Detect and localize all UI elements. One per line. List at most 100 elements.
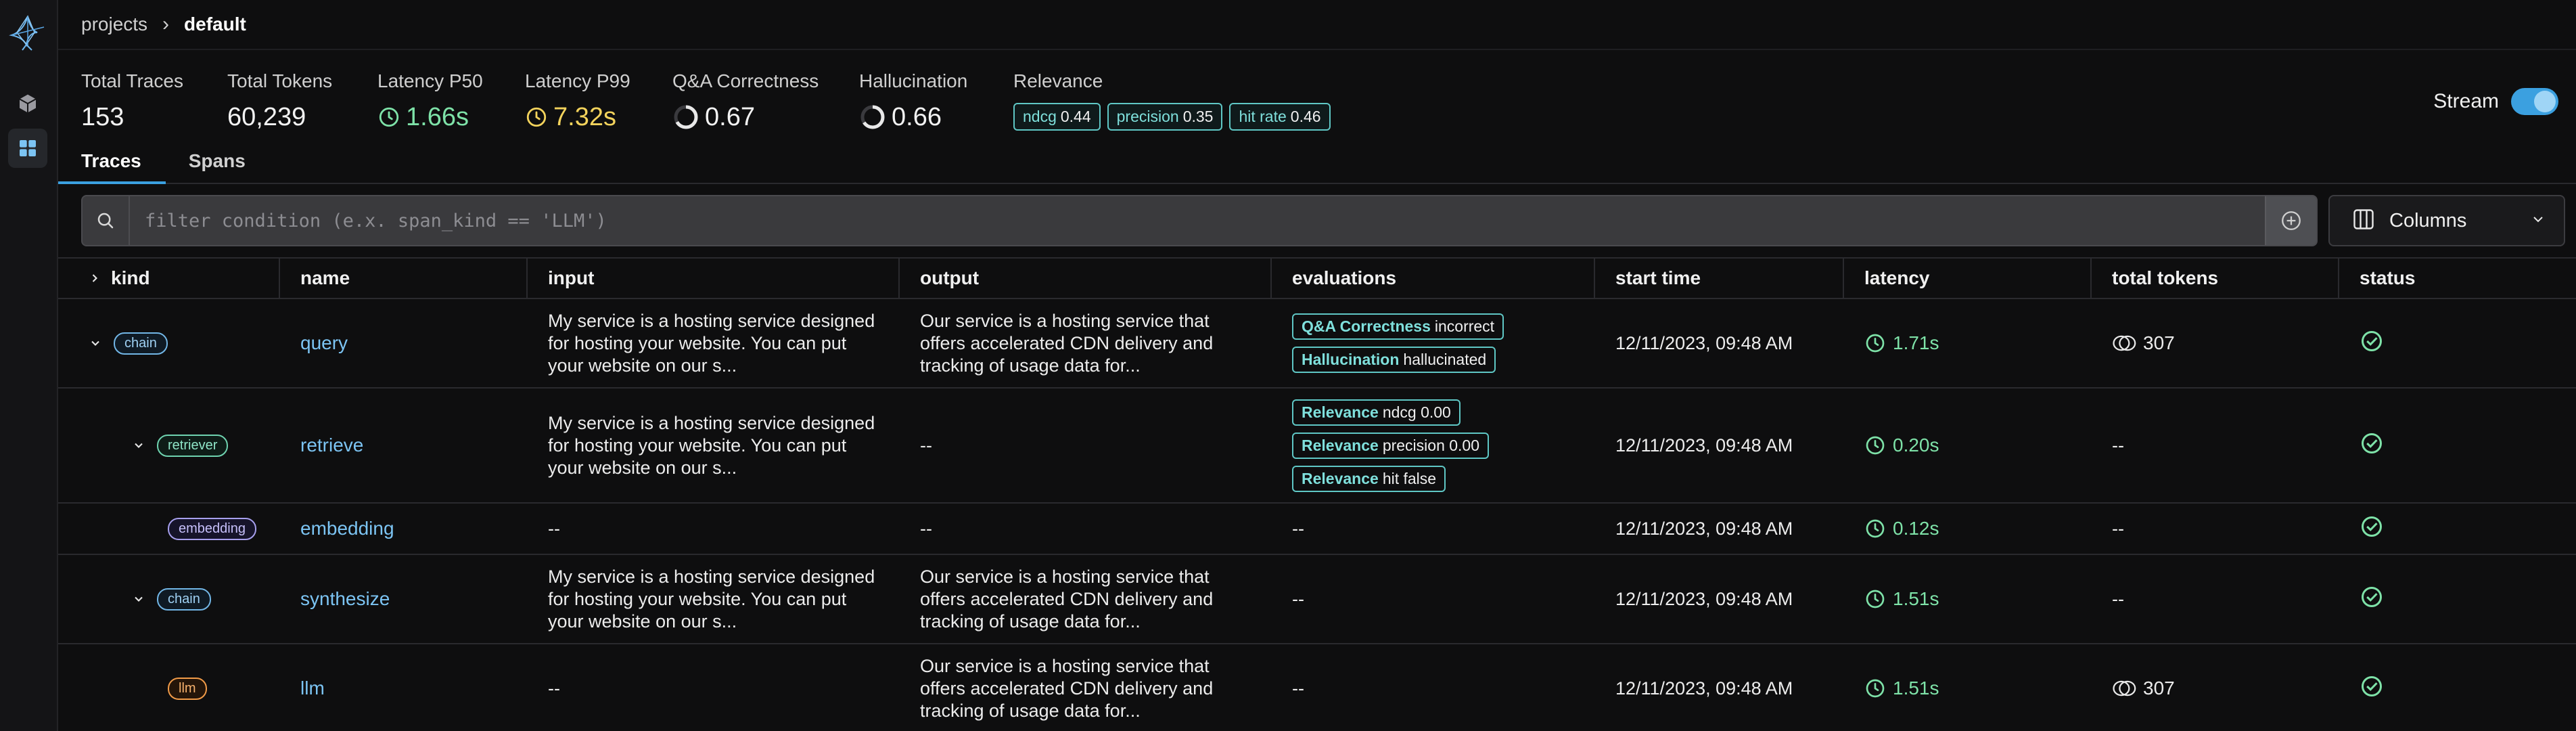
traces-table: kind name input output evaluations start… <box>58 257 2576 731</box>
stat-value: 60,239 <box>227 102 306 131</box>
model-cube-icon[interactable] <box>8 84 47 123</box>
hallucination-value: 0.66 <box>892 102 942 131</box>
breadcrumb-current: default <box>184 14 246 35</box>
stat-hallucination: Hallucination 0.66 <box>859 70 1013 133</box>
status-ok-icon <box>2360 329 2384 358</box>
span-name-link[interactable]: retrieve <box>300 435 363 456</box>
chevron-down-icon[interactable] <box>85 333 106 353</box>
stat-label: Q&A Correctness <box>672 70 819 91</box>
input-cell: My service is a hosting service designed… <box>548 412 875 478</box>
tab-spans[interactable]: Spans <box>166 143 270 183</box>
status-cell <box>2339 504 2576 554</box>
header-evaluations[interactable]: evaluations <box>1272 259 1595 298</box>
stat-latency-p99: Latency P99 7.32s <box>525 70 672 133</box>
span-name-link[interactable]: llm <box>300 678 325 699</box>
latency-cell: 1.51s <box>1844 644 2092 731</box>
tokens-cell: -- <box>2112 518 2124 539</box>
table-row[interactable]: chain query My service is a hosting serv… <box>58 299 2576 389</box>
span-name-link[interactable]: synthesize <box>300 588 390 610</box>
relevance-badge-precision: precision 0.35 <box>1107 103 1223 131</box>
input-cell: My service is a hosting service designed… <box>548 566 875 632</box>
header-name[interactable]: name <box>280 259 528 298</box>
output-cell: Our service is a hosting service that of… <box>920 566 1214 632</box>
header-kind[interactable]: kind <box>58 259 280 298</box>
dashboard-icon[interactable] <box>8 129 47 168</box>
name-cell: synthesize <box>280 555 528 643</box>
add-condition-button[interactable] <box>2265 196 2316 245</box>
stat-total-traces: Total Traces 153 <box>81 70 227 133</box>
latency-cell: 1.51s <box>1844 555 2092 643</box>
table-row[interactable]: retriever retrieve My service is a hosti… <box>58 389 2576 504</box>
tab-traces[interactable]: Traces <box>58 143 166 184</box>
status-cell <box>2339 644 2576 731</box>
start-time-cell: 12/11/2023, 09:48 AM <box>1615 588 1793 609</box>
relevance-badge-ndcg: ndcg 0.44 <box>1013 103 1101 131</box>
status-ok-icon <box>2360 585 2384 614</box>
status-cell <box>2339 555 2576 643</box>
output-cell: -- <box>920 435 932 456</box>
table-row[interactable]: llm llm -- Our service is a hosting serv… <box>58 644 2576 731</box>
stream-control: Stream <box>2433 88 2558 115</box>
eval-badge: Relevance ndcg 0.00 <box>1292 399 1460 426</box>
kind-cell: chain <box>58 555 280 643</box>
stat-label: Hallucination <box>859 70 968 91</box>
stat-label: Total Tokens <box>227 70 333 91</box>
qa-correctness-value: 0.67 <box>705 102 755 131</box>
chevron-down-icon[interactable] <box>129 435 149 456</box>
start-time-cell: 12/11/2023, 09:48 AM <box>1615 678 1793 699</box>
header-status[interactable]: status <box>2339 259 2576 298</box>
header-input[interactable]: input <box>528 259 900 298</box>
latency-cell: 0.20s <box>1844 389 2092 502</box>
table-row[interactable]: chain synthesize My service is a hosting… <box>58 555 2576 644</box>
columns-button[interactable]: Columns <box>2328 195 2565 246</box>
header-output[interactable]: output <box>900 259 1272 298</box>
stat-value: 7.32s <box>525 102 672 133</box>
relevance-badges: ndcg 0.44 precision 0.35 hit rate 0.46 <box>1013 103 1331 131</box>
stat-value: 1.66s <box>377 102 525 133</box>
header-total-tokens[interactable]: total tokens <box>2092 259 2339 298</box>
clock-icon <box>1866 590 1885 608</box>
clock-icon <box>1866 436 1885 455</box>
breadcrumb-projects[interactable]: projects <box>81 14 147 35</box>
filter-input[interactable] <box>130 196 2265 245</box>
chevron-down-icon <box>2530 211 2546 231</box>
table-header: kind name input output evaluations start… <box>58 257 2576 299</box>
header-latency[interactable]: latency <box>1844 259 2092 298</box>
table-row[interactable]: embedding embedding -- -- -- 12/11/2023,… <box>58 504 2576 555</box>
stat-qa-correctness: Q&A Correctness 0.67 <box>672 70 859 133</box>
chevron-down-icon[interactable] <box>129 589 149 609</box>
chevron-right-icon[interactable] <box>88 271 101 285</box>
kind-badge: chain <box>114 332 168 355</box>
span-name-link[interactable]: query <box>300 332 348 354</box>
evaluations-cell: Relevance ndcg 0.00 Relevance precision 0.… <box>1272 389 1595 502</box>
kind-cell: embedding <box>58 504 280 554</box>
latency-cell: 1.71s <box>1844 299 2092 387</box>
input-cell: -- <box>548 678 560 699</box>
stat-label: Latency P99 <box>525 70 630 91</box>
tokens-icon <box>2113 680 2136 696</box>
breadcrumb: projects › default <box>81 11 246 38</box>
kind-badge: embedding <box>168 517 256 540</box>
name-cell: retrieve <box>280 389 528 502</box>
eval-badge: Relevance hit false <box>1292 465 1446 492</box>
span-name-link[interactable]: embedding <box>300 518 394 539</box>
stat-total-tokens: Total Tokens 60,239 <box>227 70 377 133</box>
eval-badge: Hallucination hallucinated <box>1292 347 1496 373</box>
header-start-time[interactable]: start time <box>1595 259 1844 298</box>
output-cell: Our service is a hosting service that of… <box>920 655 1214 721</box>
stream-toggle[interactable] <box>2511 88 2558 115</box>
phoenix-logo[interactable] <box>7 12 48 53</box>
kind-badge: retriever <box>157 434 229 457</box>
status-ok-icon <box>2360 431 2384 460</box>
clock-icon <box>377 106 400 129</box>
tokens-icon <box>2113 335 2136 351</box>
kind-badge: chain <box>157 588 211 611</box>
name-cell: embedding <box>280 504 528 554</box>
filter-bar <box>81 195 2318 246</box>
stat-value: 0.66 <box>859 102 1013 133</box>
plus-circle-icon <box>2282 211 2301 230</box>
stat-value: 0.67 <box>672 102 859 133</box>
stat-label: Latency P50 <box>377 70 483 91</box>
search-icon <box>83 196 130 245</box>
status-ok-icon <box>2360 674 2384 703</box>
